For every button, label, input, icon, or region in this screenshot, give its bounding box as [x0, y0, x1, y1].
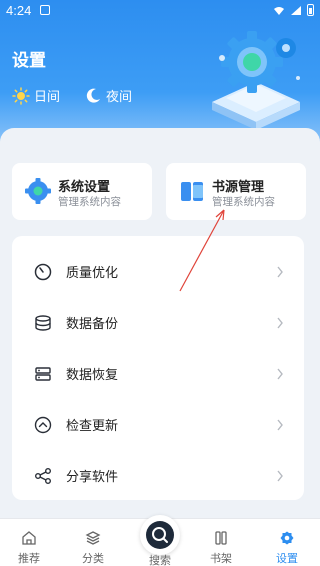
page-title: 设置 — [12, 51, 46, 71]
status-time: 4:24 — [6, 3, 32, 18]
list-item-share[interactable]: 分享软件 — [12, 450, 304, 501]
sun-icon — [12, 86, 30, 105]
settings-gear-illustration — [212, 31, 300, 130]
moon-icon — [86, 88, 100, 103]
list-item-restore[interactable]: 数据恢复 — [12, 348, 304, 399]
tab-label: 搜索 — [149, 554, 171, 566]
day-mode-label: 日间 — [34, 90, 61, 105]
arrow-up-circle-icon — [34, 416, 52, 433]
layers-icon — [85, 531, 101, 545]
list-item-backup[interactable]: 数据备份 — [12, 297, 304, 348]
share-icon — [35, 467, 51, 484]
speedometer-icon — [34, 263, 52, 280]
chevron-right-icon — [277, 419, 283, 430]
night-mode-label: 夜间 — [106, 90, 133, 105]
battery-icon — [307, 4, 314, 16]
night-mode-toggle[interactable]: 夜间 — [84, 86, 132, 105]
tab-bookshelf[interactable]: 书架 — [196, 519, 246, 566]
book-source-card[interactable]: 书源管理 管理系统内容 — [166, 163, 306, 220]
system-settings-card[interactable]: 系统设置 管理系统内容 — [12, 163, 152, 220]
chevron-right-icon — [277, 266, 283, 277]
settings-list: 质量优化 数据备份 数据恢复 检查更新 分享软件 — [12, 236, 304, 500]
card-title: 书源管理 — [212, 180, 265, 195]
database-icon — [35, 314, 51, 331]
home-icon — [22, 531, 36, 545]
bookshelf-icon — [215, 531, 227, 545]
gear-icon — [25, 178, 51, 204]
wifi-icon — [274, 6, 284, 15]
card-subtitle: 管理系统内容 — [58, 196, 121, 208]
list-item-label: 质量优化 — [66, 266, 119, 281]
chevron-right-icon — [277, 368, 283, 379]
notification-icon — [40, 5, 50, 15]
tab-category[interactable]: 分类 — [68, 519, 118, 566]
tab-recommend[interactable]: 推荐 — [4, 519, 54, 566]
signal-icon — [291, 5, 301, 15]
search-icon — [152, 527, 168, 543]
search-button[interactable] — [140, 515, 180, 555]
list-item-label: 数据恢复 — [66, 368, 119, 383]
tab-search[interactable]: 搜索 — [137, 510, 183, 566]
tab-label: 书架 — [210, 552, 232, 565]
list-item-update[interactable]: 检查更新 — [12, 399, 304, 450]
chevron-right-icon — [277, 317, 283, 328]
list-item-quality[interactable]: 质量优化 — [12, 246, 304, 297]
tab-label: 推荐 — [18, 552, 40, 565]
day-mode-toggle[interactable]: 日间 — [12, 86, 60, 105]
settings-icon — [280, 531, 294, 545]
list-item-label: 分享软件 — [66, 470, 119, 485]
tab-label: 分类 — [82, 552, 104, 565]
tab-label: 设置 — [276, 552, 298, 565]
card-subtitle: 管理系统内容 — [212, 196, 275, 208]
list-item-label: 检查更新 — [66, 419, 119, 434]
chevron-right-icon — [277, 470, 283, 481]
tab-settings[interactable]: 设置 — [262, 519, 312, 566]
book-icon — [181, 182, 203, 201]
server-icon — [35, 366, 51, 381]
list-item-label: 数据备份 — [66, 317, 119, 332]
card-title: 系统设置 — [58, 180, 111, 195]
status-bar: 4:24 — [0, 0, 320, 22]
